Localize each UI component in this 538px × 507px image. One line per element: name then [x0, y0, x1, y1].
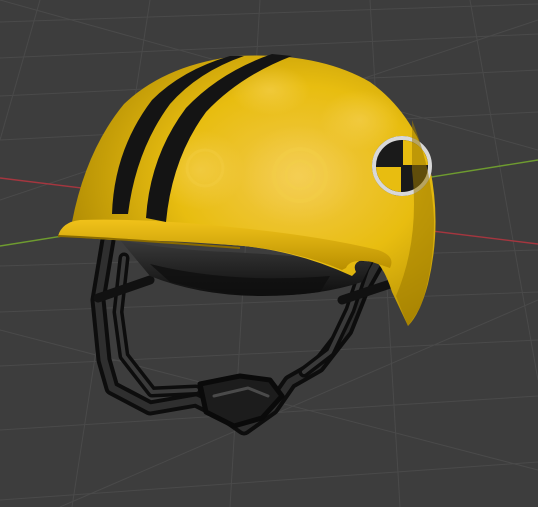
viewport-scene[interactable] [0, 0, 538, 507]
helmet-model[interactable] [57, 54, 436, 436]
3d-viewport[interactable] [0, 0, 538, 507]
